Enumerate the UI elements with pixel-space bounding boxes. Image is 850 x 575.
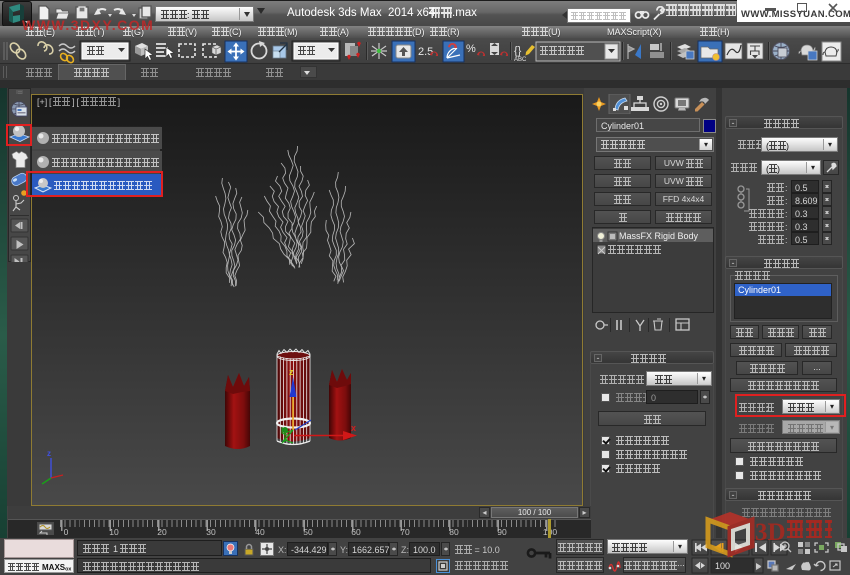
svg-text:z: z (289, 367, 294, 377)
svg-text:3D: 3D (755, 519, 786, 546)
svg-text:2.5: 2.5 (418, 46, 433, 58)
svg-text:%: % (466, 43, 476, 55)
svg-text:100: 100 (715, 561, 730, 571)
svg-text:x: x (351, 423, 356, 433)
svg-text:{}: {} (514, 45, 522, 57)
svg-text:z: z (47, 449, 51, 458)
svg-text:ABC: ABC (514, 57, 527, 63)
